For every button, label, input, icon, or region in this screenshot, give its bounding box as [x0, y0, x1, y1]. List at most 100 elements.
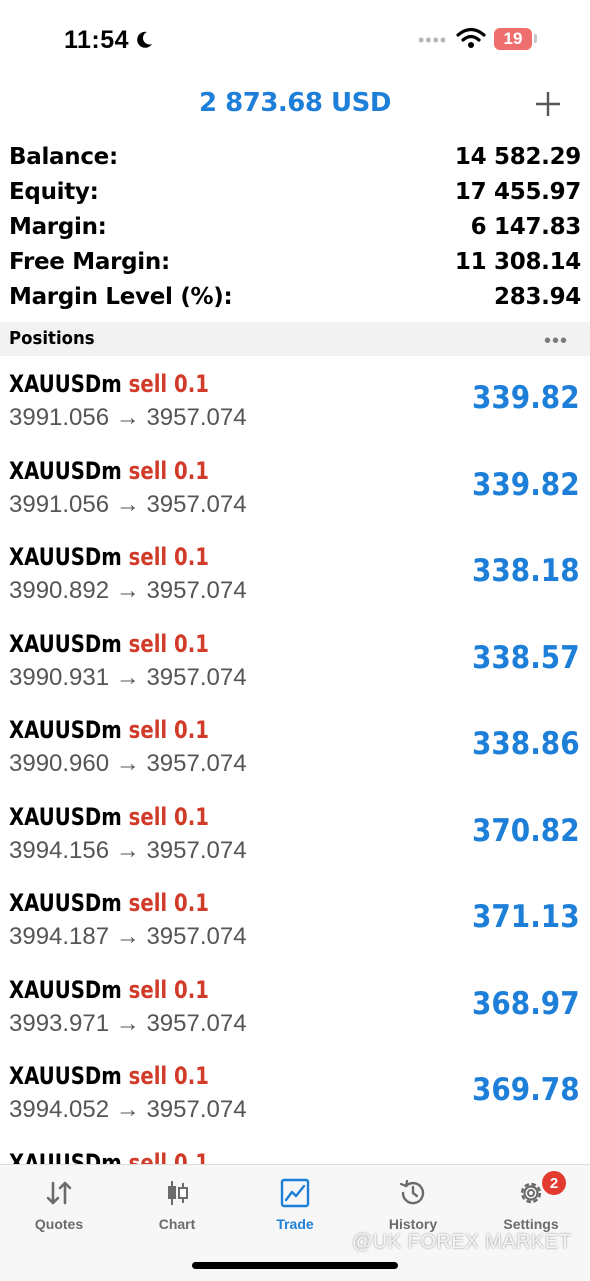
symbol-name: XAUUSDm: [9, 629, 122, 658]
tab-quotes[interactable]: Quotes: [0, 1165, 118, 1245]
home-indicator[interactable]: [192, 1262, 398, 1269]
position-row[interactable]: XAUUSDm sell 0.1 3994.052 → 3957.074 369…: [0, 1048, 590, 1135]
status-bar: 11:54 •••• 19: [0, 0, 590, 80]
position-row[interactable]: XAUUSDm sell 0.1 3994.156 → 3957.074 370…: [0, 789, 590, 876]
symbol-name: XAUUSDm: [9, 1148, 122, 1165]
positions-list: XAUUSDm sell 0.1 3991.056 → 3957.074 339…: [0, 356, 590, 1165]
position-symbol: XAUUSDm sell 0.1: [9, 803, 209, 831]
trade-side: sell 0.1: [128, 1062, 209, 1090]
trade-side: sell 0.1: [128, 716, 209, 744]
trade-side: sell 0.1: [128, 889, 209, 917]
watermark-text: @UK FOREX MARKET: [352, 1231, 572, 1253]
tab-label: Chart: [158, 1216, 196, 1232]
balance-row: Balance: 14 582.29: [0, 140, 590, 175]
history-clock-icon: [399, 1179, 425, 1205]
position-symbol: XAUUSDm sell 0.1: [9, 716, 209, 744]
battery-level: 19: [503, 29, 523, 48]
trade-side: sell 0.1: [128, 456, 209, 485]
symbol-name: XAUUSDm: [9, 456, 122, 485]
symbol-name: XAUUSDm: [9, 1062, 122, 1090]
position-row[interactable]: XAUUSDm sell 0.1 3994.187 → 3957.074 371…: [0, 875, 590, 962]
tab-trade[interactable]: Trade: [236, 1165, 354, 1245]
candlestick-icon: [168, 1181, 188, 1205]
position-prices: 3994.156 → 3957.074: [9, 836, 247, 864]
trade-side: sell 0.1: [128, 802, 209, 831]
position-prices: 3991.056 → 3957.074: [9, 404, 247, 431]
margin-label: Margin:: [9, 214, 107, 240]
position-row[interactable]: XAUUSDm sell 0.1 3990.931 → 3957.074 338…: [0, 616, 590, 703]
position-prices: 3990.931 → 3957.074: [9, 663, 247, 691]
position-symbol: XAUUSDm sell 0.1: [9, 976, 209, 1004]
position-profit: 338.86: [472, 726, 580, 762]
signal-dots-icon: ••••: [418, 30, 448, 50]
tab-label: History: [388, 1216, 438, 1232]
position-symbol: XAUUSDm sell 0.1: [9, 543, 209, 571]
position-profit: 368.97: [472, 985, 580, 1022]
trade-side: sell 0.1: [128, 1148, 209, 1165]
battery-icon: 19: [494, 28, 532, 50]
position-profit: 371.13: [472, 899, 580, 935]
header: 2 873.68 USD: [0, 80, 590, 130]
margin-level-value: 283.94: [494, 284, 581, 310]
position-symbol: XAUUSDm sell 0.1: [9, 889, 209, 917]
position-prices: 3993.971 → 3957.074: [9, 1009, 247, 1037]
position-row[interactable]: XAUUSDm sell 0.1 3990.892 → 3957.074 338…: [0, 529, 590, 616]
add-order-button[interactable]: [530, 86, 566, 122]
trade-side: sell 0.1: [128, 370, 209, 398]
symbol-name: XAUUSDm: [9, 889, 122, 917]
position-profit: 338.57: [472, 639, 580, 676]
equity-label: Equity:: [9, 179, 99, 205]
status-time: 11:54: [64, 26, 130, 54]
position-row-partial[interactable]: XAUUSDm sell 0.1: [0, 1135, 590, 1165]
battery-cap: [534, 34, 537, 43]
page-title: 2 873.68 USD: [199, 88, 391, 118]
wifi-icon: [456, 27, 486, 54]
trade-side: sell 0.1: [128, 975, 209, 1004]
trade-side: sell 0.1: [128, 543, 209, 571]
position-row[interactable]: XAUUSDm sell 0.1 3991.056 → 3957.074 339…: [0, 356, 590, 443]
tab-chart[interactable]: Chart: [118, 1165, 236, 1245]
margin-value: 6 147.83: [470, 214, 582, 240]
margin-level-row: Margin Level (%): 283.94: [0, 280, 590, 315]
tab-label: Quotes: [34, 1216, 84, 1232]
tab-label: Settings: [503, 1216, 559, 1232]
position-profit: 338.18: [472, 553, 580, 589]
balance-value: 14 582.29: [454, 144, 581, 170]
account-summary: Balance: 14 582.29 Equity: 17 455.97 Mar…: [0, 140, 590, 315]
margin-row: Margin: 6 147.83: [0, 210, 590, 245]
position-prices: 3994.187 → 3957.074: [9, 923, 247, 950]
position-prices: 3990.960 → 3957.074: [9, 750, 247, 777]
free-margin-row: Free Margin: 11 308.14: [0, 245, 590, 280]
position-symbol: XAUUSDm sell 0.1: [9, 370, 209, 398]
position-row[interactable]: XAUUSDm sell 0.1 3993.971 → 3957.074 368…: [0, 962, 590, 1049]
symbol-name: XAUUSDm: [9, 543, 122, 571]
moon-icon: [134, 30, 154, 55]
trade-side: sell 0.1: [128, 629, 209, 658]
equity-value: 17 455.97: [454, 179, 581, 205]
position-prices: 3994.052 → 3957.074: [9, 1096, 247, 1123]
position-symbol: XAUUSDm sell 0.1: [9, 457, 209, 485]
position-profit: 370.82: [472, 812, 580, 849]
tab-label: Trade: [276, 1216, 314, 1232]
balance-label: Balance:: [9, 144, 118, 170]
symbol-name: XAUUSDm: [9, 802, 122, 831]
position-profit: 369.78: [472, 1072, 580, 1108]
trade-chart-icon: [280, 1178, 310, 1208]
more-options-icon[interactable]: •••: [544, 330, 568, 353]
position-symbol: XAUUSDm sell 0.1: [9, 1149, 209, 1165]
position-profit: 339.82: [472, 380, 580, 416]
position-prices: 3990.892 → 3957.074: [9, 577, 247, 604]
symbol-name: XAUUSDm: [9, 975, 122, 1004]
symbol-name: XAUUSDm: [9, 716, 122, 744]
positions-title: Positions: [9, 328, 95, 349]
free-margin-label: Free Margin:: [9, 249, 170, 275]
position-prices: 3991.056 → 3957.074: [9, 490, 247, 518]
free-margin-value: 11 308.14: [454, 249, 581, 275]
position-row[interactable]: XAUUSDm sell 0.1 3991.056 → 3957.074 339…: [0, 443, 590, 530]
margin-level-label: Margin Level (%):: [9, 284, 233, 310]
position-row[interactable]: XAUUSDm sell 0.1 3990.960 → 3957.074 338…: [0, 702, 590, 789]
symbol-name: XAUUSDm: [9, 370, 122, 398]
position-symbol: XAUUSDm sell 0.1: [9, 630, 209, 658]
quotes-arrows-icon: [46, 1181, 72, 1205]
notification-badge: 2: [542, 1171, 566, 1195]
